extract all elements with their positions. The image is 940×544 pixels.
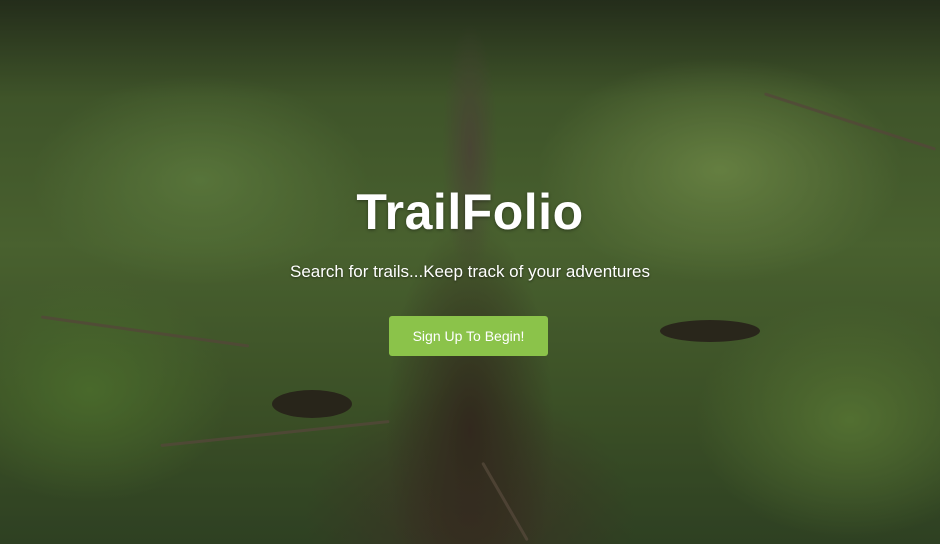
site-tagline: Search for trails...Keep track of your a… bbox=[289, 262, 650, 281]
site-title: TrailFolio bbox=[356, 184, 584, 240]
hero-content: TrailFolio Search for trails...Keep trac… bbox=[0, 0, 940, 544]
sign-up-button[interactable]: Sign Up To Begin! bbox=[389, 316, 548, 356]
hero-section: TrailFolio Search for trails...Keep trac… bbox=[0, 0, 940, 544]
